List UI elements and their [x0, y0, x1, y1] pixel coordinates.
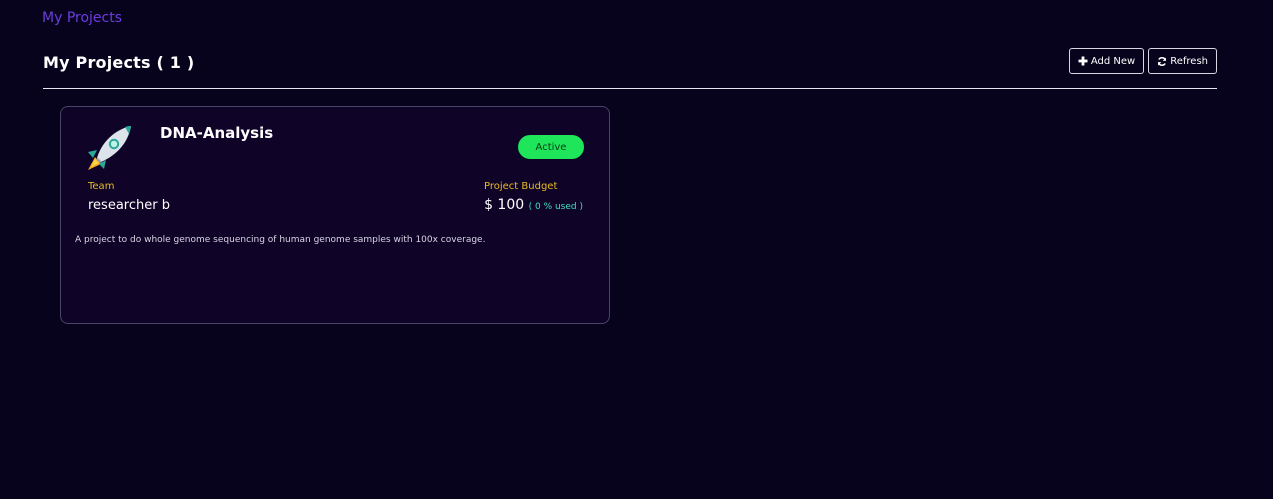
page-title: My Projects ( 1 )	[43, 53, 195, 72]
project-name[interactable]: DNA-Analysis	[160, 124, 273, 142]
team-label: Team	[88, 181, 115, 192]
budget-amount: $ 100	[484, 197, 525, 213]
refresh-label: Refresh	[1170, 55, 1208, 67]
project-description: A project to do whole genome sequencing …	[75, 235, 486, 245]
page-header: My Projects ( 1 ) Add New Refresh	[43, 48, 1217, 89]
refresh-icon	[1157, 56, 1167, 66]
status-badge: Active	[518, 135, 584, 159]
budget-used: ( 0 % used )	[528, 202, 583, 212]
team-value: researcher b	[88, 198, 170, 213]
budget-value: $ 100 ( 0 % used )	[484, 197, 583, 213]
budget-label: Project Budget	[484, 181, 558, 192]
add-new-label: Add New	[1090, 55, 1136, 67]
project-card[interactable]: DNA-Analysis Active Team researcher b Pr…	[60, 106, 610, 324]
breadcrumb[interactable]: My Projects	[42, 10, 122, 26]
toolbar: Add New Refresh	[1068, 48, 1217, 74]
add-new-button[interactable]: Add New	[1068, 48, 1145, 74]
plus-icon	[1078, 56, 1088, 66]
refresh-button[interactable]: Refresh	[1148, 48, 1217, 74]
page: My Projects My Projects ( 1 ) Add New Re…	[0, 0, 1273, 499]
rocket-icon	[85, 124, 135, 172]
